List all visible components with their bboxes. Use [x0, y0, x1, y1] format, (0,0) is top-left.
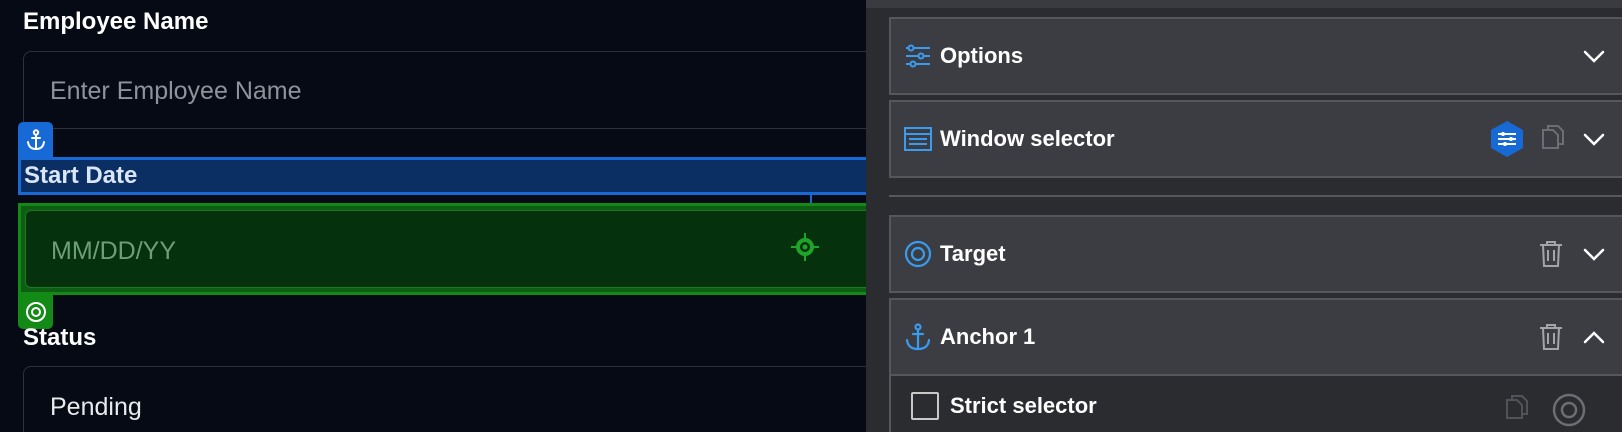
start-date-placeholder: MM/DD/YY: [51, 237, 176, 265]
employee-name-label: Employee Name: [23, 8, 209, 35]
sliders-icon: [906, 44, 930, 68]
anchor-count: 1: [1023, 324, 1036, 349]
start-date-label: Start Date: [24, 162, 138, 189]
window-icon: [904, 127, 932, 151]
start-date-input[interactable]: MM/DD/YY: [25, 210, 866, 288]
anchor-icon: [26, 128, 45, 150]
chevron-down-icon[interactable]: [1581, 128, 1607, 150]
target-icon: [25, 302, 46, 322]
target-icon[interactable]: [1551, 392, 1587, 428]
window-selector-section-header[interactable]: Window selector: [889, 100, 1622, 178]
strict-selector-checkbox[interactable]: [911, 392, 939, 420]
status-label: Status: [23, 324, 97, 351]
trash-icon[interactable]: [1538, 239, 1564, 269]
trash-icon[interactable]: [1538, 322, 1564, 352]
employee-form: Employee Name Enter Employee Name Start …: [0, 0, 866, 432]
strict-selector-label: Strict selector: [950, 393, 1097, 418]
copy-icon[interactable]: [1503, 394, 1531, 424]
section-divider: [889, 195, 1622, 197]
status-select[interactable]: Pending: [23, 366, 866, 432]
employee-name-input[interactable]: Enter Employee Name: [23, 51, 866, 129]
chevron-down-icon[interactable]: [1581, 243, 1607, 265]
target-highlight[interactable]: MM/DD/YY: [18, 203, 866, 295]
chevron-up-icon[interactable]: [1581, 326, 1607, 348]
anchor-connector: [810, 195, 812, 203]
properties-panel: Options Window selector Target Anchor 1 …: [866, 0, 1622, 432]
target-title: Target: [940, 241, 1006, 266]
anchor-icon: [905, 323, 931, 351]
options-title: Options: [940, 43, 1024, 68]
target-icon: [904, 240, 932, 268]
status-value: Pending: [50, 393, 142, 421]
crosshair-icon[interactable]: [790, 232, 820, 262]
copy-icon[interactable]: [1539, 124, 1567, 154]
selector-editor-icon[interactable]: [1489, 120, 1525, 158]
window-selector-title: Window selector: [940, 126, 1115, 151]
panel-top-bar: [866, 0, 1622, 8]
target-section-header[interactable]: Target: [889, 215, 1622, 293]
anchor-highlight[interactable]: Start Date: [18, 157, 866, 195]
anchor-title: Anchor: [940, 324, 1017, 349]
options-section-header[interactable]: Options: [889, 17, 1622, 95]
anchor-section-header[interactable]: Anchor 1: [889, 298, 1622, 376]
anchor-section-body: Strict selector: [889, 376, 1622, 432]
employee-name-placeholder: Enter Employee Name: [50, 77, 302, 105]
anchor-marker[interactable]: [18, 122, 53, 157]
chevron-down-icon[interactable]: [1581, 45, 1607, 67]
